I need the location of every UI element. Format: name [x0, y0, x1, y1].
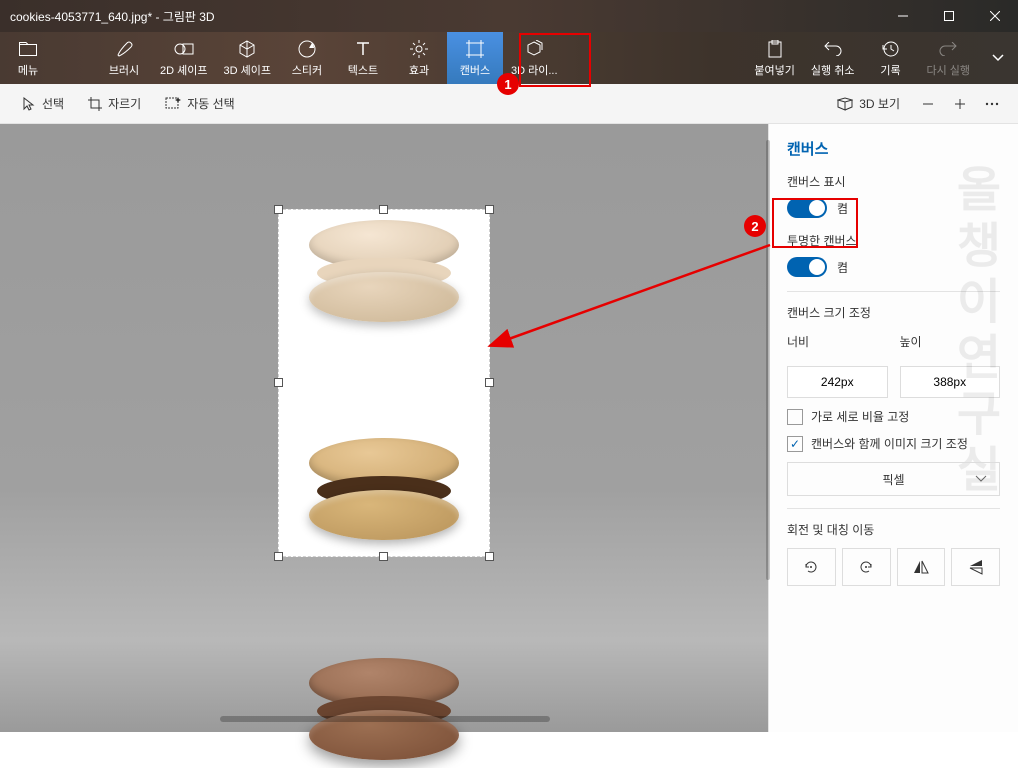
flip-horizontal-button[interactable]: [897, 548, 946, 586]
3d-view-button[interactable]: 3D 보기: [825, 84, 912, 124]
side-panel: 올챙이연구실 캔버스 캔버스 표시 켬 투명한 캔버스 켬 캔버스 크기 조정 …: [768, 124, 1018, 732]
height-input[interactable]: [900, 366, 1001, 398]
unit-select[interactable]: 픽셀: [787, 462, 1000, 496]
horizontal-scrollbar[interactable]: [220, 716, 550, 722]
rotate-label: 회전 및 대칭 이동: [787, 521, 1000, 538]
width-label: 너비: [787, 333, 888, 350]
resize-handle[interactable]: [274, 378, 283, 387]
brushes-button[interactable]: 브러시: [96, 32, 152, 84]
expand-ribbon-button[interactable]: [978, 32, 1018, 84]
magic-select-tool[interactable]: 자동 선택: [153, 84, 247, 124]
panel-title: 캔버스: [787, 138, 1000, 159]
magic-select-icon: [165, 97, 181, 111]
crop-tool[interactable]: 자르기: [76, 84, 153, 124]
resize-handle[interactable]: [379, 205, 388, 214]
more-button[interactable]: [976, 88, 1008, 120]
canvas-area[interactable]: [0, 124, 768, 732]
flip-h-icon: [912, 558, 930, 576]
minimize-button[interactable]: [880, 0, 926, 32]
titlebar: cookies-4053771_640.jpg* - 그림판 3D: [0, 0, 1018, 32]
lock-ratio-checkbox[interactable]: 가로 세로 비율 고정: [787, 408, 1000, 425]
toggle-state: 켬: [837, 259, 848, 276]
flip-v-icon: [967, 558, 985, 576]
sticker-icon: [298, 38, 316, 60]
maximize-button[interactable]: [926, 0, 972, 32]
resize-canvas-label: 캔버스 크기 조정: [787, 304, 1000, 321]
window-title: cookies-4053771_640.jpg* - 그림판 3D: [0, 8, 880, 25]
image-content: [309, 658, 459, 768]
panel-scrollbar[interactable]: [766, 140, 770, 580]
toggle-state: 켬: [837, 200, 848, 217]
height-label: 높이: [900, 333, 1001, 350]
paste-button[interactable]: 붙여넣기: [746, 32, 802, 84]
resize-handle[interactable]: [485, 205, 494, 214]
show-canvas-toggle[interactable]: [787, 198, 827, 218]
canvas-icon: [466, 38, 484, 60]
text-icon: [355, 38, 371, 60]
rotate-left-icon: [802, 558, 820, 576]
menu-button[interactable]: 메뉴: [0, 32, 56, 84]
history-icon: [881, 38, 899, 60]
effects-icon: [410, 38, 428, 60]
3d-view-icon: [837, 97, 853, 111]
canvas-selection[interactable]: [278, 209, 490, 557]
resize-handle[interactable]: [485, 552, 494, 561]
crop-icon: [88, 97, 102, 111]
redo-button[interactable]: 다시 실행: [918, 32, 978, 84]
paste-icon: [767, 38, 783, 60]
rotate-left-button[interactable]: [787, 548, 836, 586]
resize-handle[interactable]: [379, 552, 388, 561]
effects-button[interactable]: 효과: [391, 32, 447, 84]
folder-icon: [19, 38, 37, 60]
select-tool[interactable]: 선택: [10, 84, 76, 124]
redo-icon: [939, 38, 957, 60]
zoom-out-button[interactable]: [912, 88, 944, 120]
shapes-2d-icon: [174, 38, 194, 60]
brush-icon: [115, 38, 133, 60]
3d-shapes-button[interactable]: 3D 셰이프: [215, 32, 278, 84]
text-button[interactable]: 텍스트: [335, 32, 391, 84]
library-icon: [525, 38, 543, 60]
cursor-icon: [22, 97, 36, 111]
sticker-button[interactable]: 스티커: [279, 32, 335, 84]
zoom-in-button[interactable]: [944, 88, 976, 120]
history-button[interactable]: 기록: [862, 32, 918, 84]
image-content: [309, 438, 459, 548]
close-button[interactable]: [972, 0, 1018, 32]
transparent-canvas-label: 투명한 캔버스: [787, 232, 1000, 249]
transparent-canvas-toggle[interactable]: [787, 257, 827, 277]
sub-toolbar: 선택 자르기 자동 선택 3D 보기: [0, 84, 1018, 124]
undo-button[interactable]: 실행 취소: [803, 32, 863, 84]
image-content: [309, 220, 459, 330]
resize-image-checkbox[interactable]: ✓캔버스와 함께 이미지 크기 조정: [787, 435, 1000, 452]
show-canvas-label: 캔버스 표시: [787, 173, 1000, 190]
resize-handle[interactable]: [274, 205, 283, 214]
resize-handle[interactable]: [274, 552, 283, 561]
2d-shapes-button[interactable]: 2D 셰이프: [152, 32, 215, 84]
rotate-right-icon: [857, 558, 875, 576]
resize-handle[interactable]: [485, 378, 494, 387]
flip-vertical-button[interactable]: [951, 548, 1000, 586]
width-input[interactable]: [787, 366, 888, 398]
chevron-down-icon: [975, 472, 987, 486]
shapes-3d-icon: [238, 38, 256, 60]
undo-icon: [824, 38, 842, 60]
3d-library-button[interactable]: 3D 라이...: [503, 32, 566, 84]
ribbon: 메뉴 브러시 2D 셰이프 3D 셰이프 스티커 텍스트 효과 캔버스 3D 라…: [0, 32, 1018, 84]
canvas-button[interactable]: 캔버스: [447, 32, 503, 84]
rotate-right-button[interactable]: [842, 548, 891, 586]
